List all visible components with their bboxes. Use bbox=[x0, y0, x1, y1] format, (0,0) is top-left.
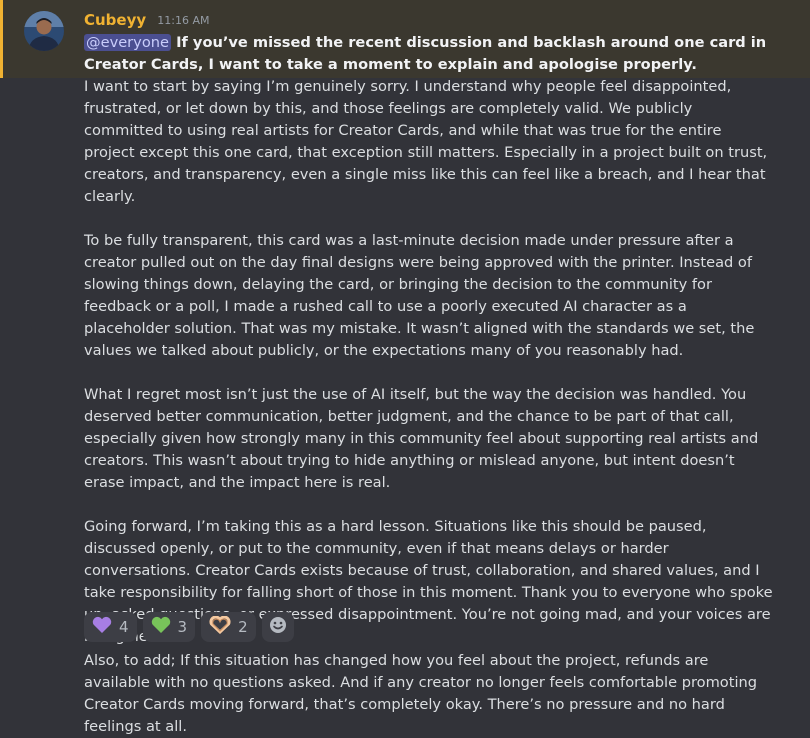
headline-text: If you’ve missed the recent discussion a… bbox=[84, 34, 767, 73]
purple-heart-icon bbox=[92, 616, 112, 638]
reaction-count: 2 bbox=[238, 618, 248, 636]
heart-hands-icon bbox=[209, 615, 231, 638]
message-paragraph: I want to start by saying I’m genuinely … bbox=[84, 78, 768, 205]
message-paragraph: What I regret most isn’t just the use of… bbox=[84, 386, 759, 491]
reaction-green-heart[interactable]: 3 bbox=[142, 612, 196, 642]
everyone-mention[interactable]: @everyone bbox=[84, 34, 171, 51]
mention-bar bbox=[0, 0, 3, 78]
reaction-count: 3 bbox=[177, 618, 188, 636]
avatar[interactable] bbox=[24, 11, 64, 51]
author-name[interactable]: Cubeyy bbox=[84, 11, 146, 29]
green-heart-icon bbox=[151, 616, 171, 638]
message-headline: @everyone If you’ve missed the recent di… bbox=[84, 32, 774, 76]
reaction-purple-heart[interactable]: 4 bbox=[84, 612, 137, 642]
message-timestamp[interactable]: 11:16 AM bbox=[157, 14, 209, 27]
followup-message: Also, to add; If this situation has chan… bbox=[84, 652, 758, 735]
reaction-count: 4 bbox=[119, 618, 129, 636]
message-content: @everyone If you’ve missed the recent di… bbox=[84, 32, 774, 648]
message-paragraph: To be fully transparent, this card was a… bbox=[84, 232, 755, 359]
reactions-bar: 4 3 2 bbox=[84, 612, 294, 642]
message-header: Cubeyy 11:16 AM bbox=[84, 10, 209, 32]
add-reaction-icon bbox=[268, 615, 288, 639]
add-reaction-button[interactable] bbox=[261, 612, 294, 642]
reaction-heart-hands[interactable]: 2 bbox=[201, 612, 256, 642]
